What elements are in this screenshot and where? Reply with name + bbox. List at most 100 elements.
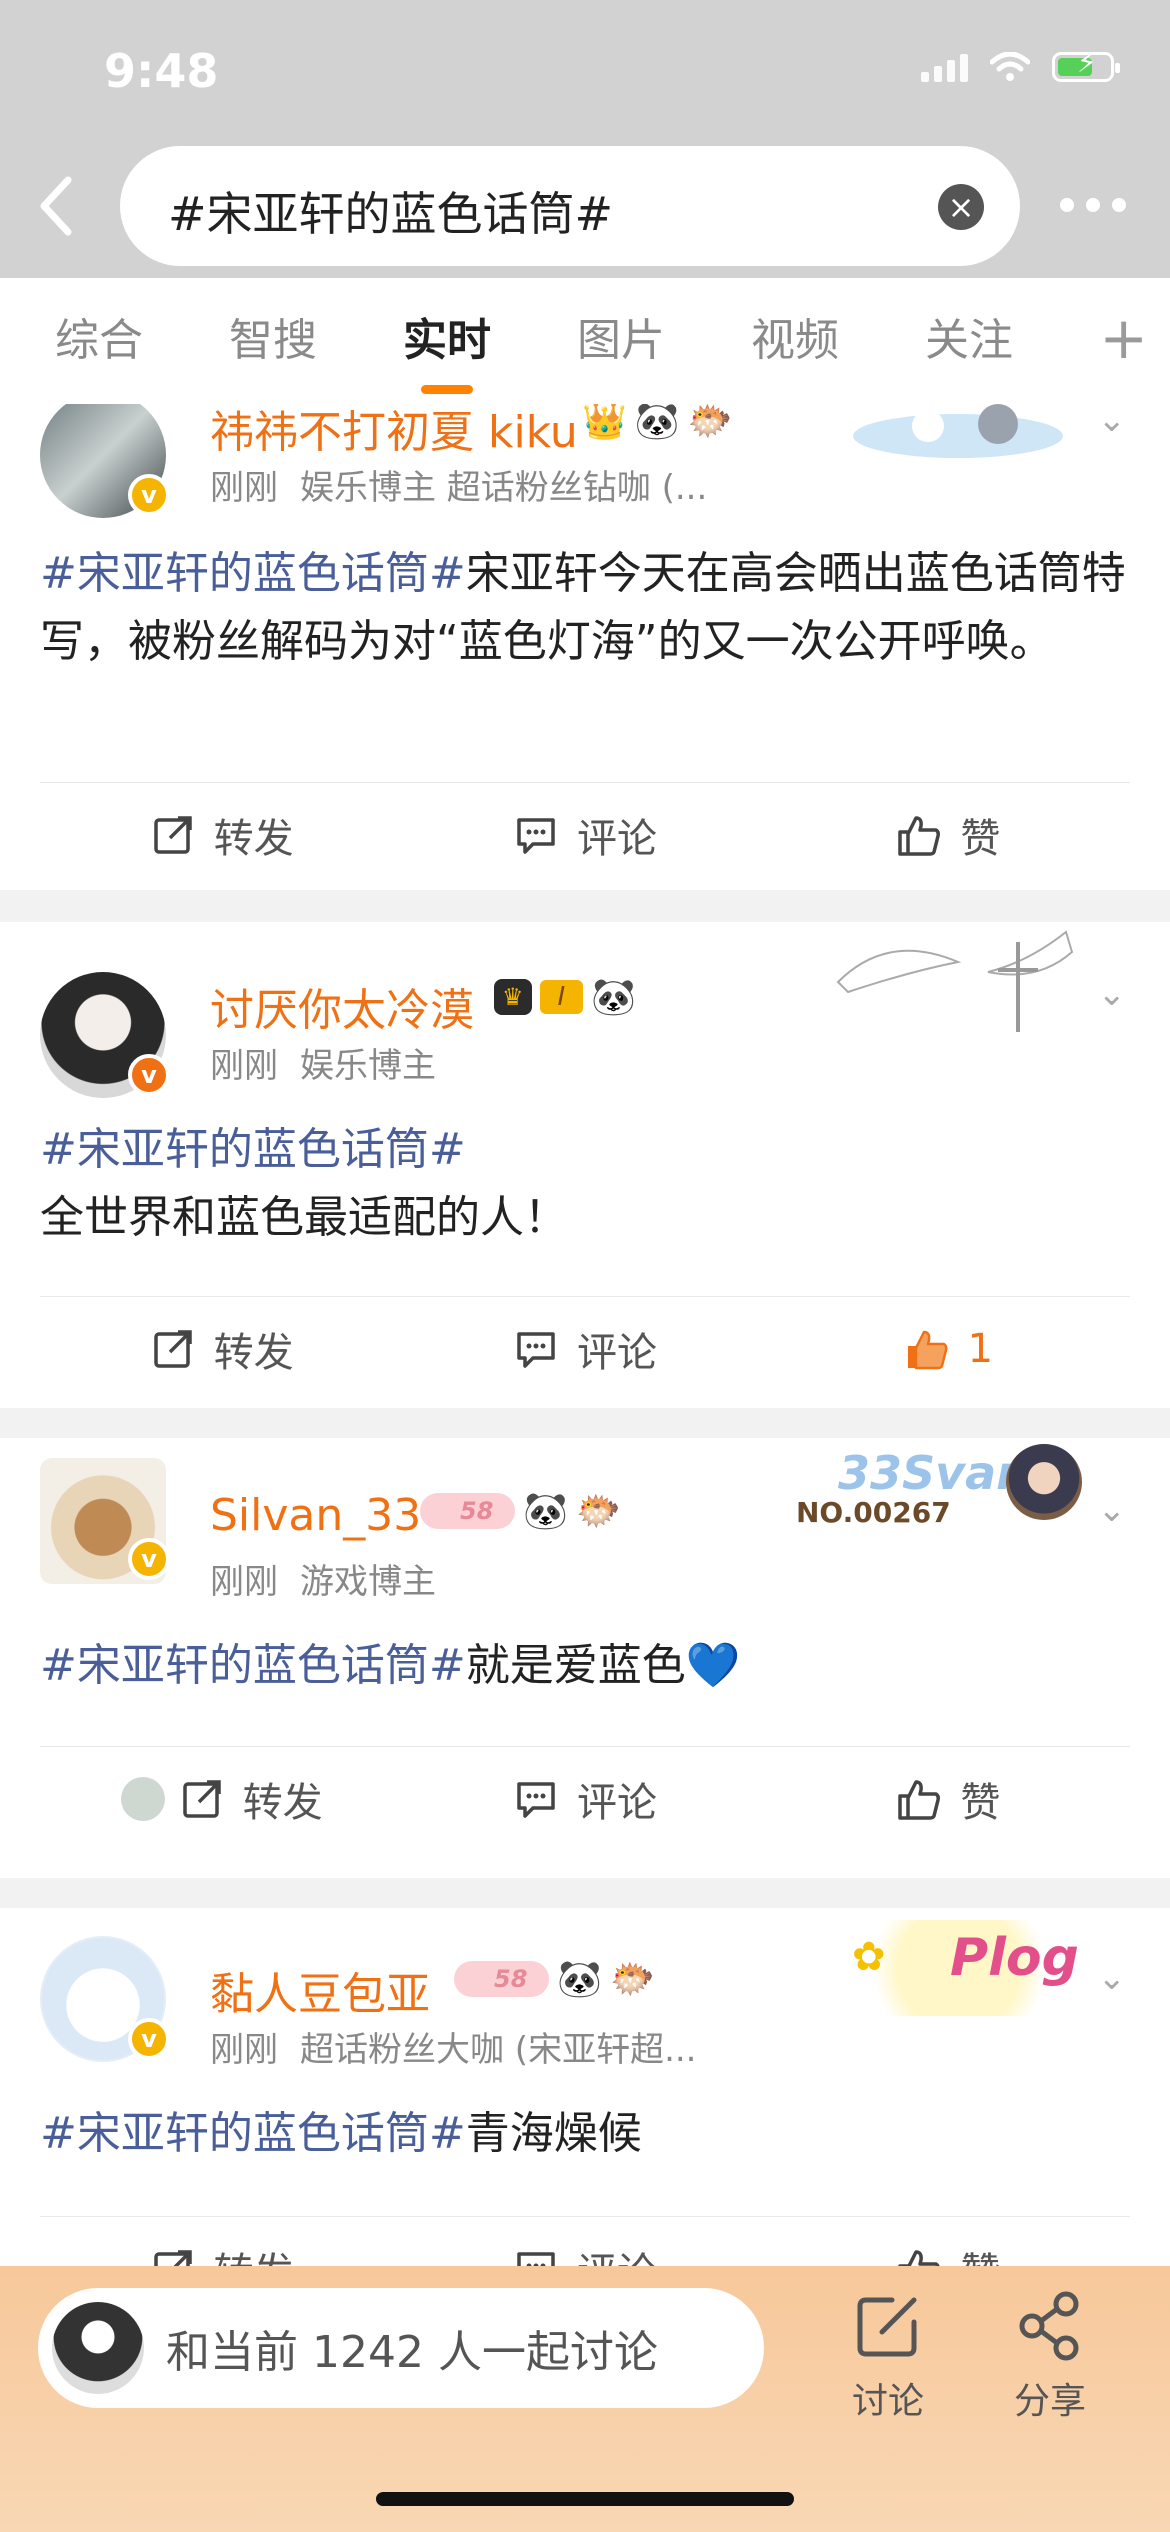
repost-button[interactable]: 转发 [40,783,403,886]
comment-label: 评论 [577,2240,657,2267]
comment-button[interactable]: 评论 [403,783,766,886]
comment-icon [517,2251,555,2266]
comment-icon [517,1781,555,1818]
repost-icon [153,2249,192,2266]
home-indicator [376,2492,794,2506]
more-button[interactable] [1060,198,1126,212]
share-label: 分享 [1013,2381,1086,2422]
username[interactable]: Silvan_33 [210,1490,421,1541]
panda-icon: 🐼 [591,977,637,1018]
panda-icon: 🐼 [557,1959,603,2000]
crown-badge-icon: ♛ [494,979,532,1015]
repost-label: 转发 [242,1779,323,1826]
post-content[interactable]: #宋亚轩的蓝色话筒# 全世界和蓝色最适配的人！ [40,1116,1130,1252]
edit-icon [857,2297,917,2357]
chevron-down-icon[interactable]: ⌄ [1098,974,1127,1014]
clear-icon[interactable]: × [938,184,984,230]
share-icon [1019,2291,1079,2361]
post-meta: 刚刚 娱乐博主 超话粉丝钻咖 (... [210,460,707,509]
post-card: v Silvan_33 58 🐼 🐡 33Svan NO.00267 ⌄ 刚刚游… [0,1438,1170,1878]
tab-videos[interactable]: 视频 [708,278,882,404]
hashtag-link[interactable]: #宋亚轩的蓝色话筒# [40,548,466,599]
back-button[interactable] [30,176,82,236]
post-card: v 讨厌你太冷漠 ♛ I 🐼 ⌄ 刚刚 娱乐博主 #宋亚轩的蓝色话筒# 全世界和蓝… [0,922,1170,1408]
hashtag-link[interactable]: #宋亚轩的蓝色话筒# [40,2108,466,2159]
verified-badge-icon: v [128,474,170,516]
repost-button[interactable]: 转发 [40,2217,403,2266]
post-actions: 转发 评论 赞 [40,782,1130,886]
discuss-button[interactable]: 讨论 [828,2290,948,2424]
tab-smart-search[interactable]: 智搜 [186,278,360,404]
fan-level-badge: 58 [420,1493,516,1529]
user-tags: 超话粉丝大咖 (宋亚轩超... [300,2030,697,2070]
share-button[interactable]: 分享 [990,2290,1110,2424]
tab-bar: 综合 智搜 实时 图片 视频 关注 [0,278,1170,404]
user-badges: ♛ I 🐼 [494,976,636,1018]
repost-button[interactable]: 转发 [40,1297,403,1400]
post-time: 刚刚 [210,2030,278,2070]
verified-badge-icon: v [128,2018,170,2060]
tab-following[interactable]: 关注 [882,278,1056,404]
post-time: 刚刚 [210,1046,278,1086]
crown-badge-icon: 👑 [582,404,627,442]
like-count: 1 [967,1325,994,1372]
username[interactable]: 祎祎不打初夏 kiku [210,404,578,460]
comment-label: 评论 [576,815,657,862]
post-text: 就是爱蓝色💙 [465,1640,741,1691]
decoration-number: NO.00267 [796,1496,951,1529]
discuss-input[interactable]: 和当前 1242 人一起讨论 [38,2288,764,2408]
post-content[interactable]: #宋亚轩的蓝色话筒#就是爱蓝色💙 [40,1632,1130,1700]
like-button[interactable]: 赞 [767,783,1130,886]
tab-comprehensive[interactable]: 综合 [12,278,186,404]
post-content[interactable]: #宋亚轩的蓝色话筒#宋亚轩今天在高会晒出蓝色话筒特写，被粉丝解码为对“蓝色灯海”… [40,540,1130,676]
post-meta: 刚刚 超话粉丝大咖 (宋亚轩超... [210,2022,697,2071]
fish-icon: 🐡 [576,1491,622,1532]
decoration-name: Plog [950,1928,1079,1988]
post-content[interactable]: #宋亚轩的蓝色话筒#青海燥候 [40,2100,1130,2168]
panda-icon: 🐼 [523,1491,569,1532]
feed: v 祎祎不打初夏 kiku 👑 🐼 🐡 ⌄ 刚刚 娱乐博主 超话粉丝钻咖 (...… [0,404,1170,2266]
wifi-icon [990,52,1030,81]
wings-decoration-icon [836,930,1074,1032]
hashtag-link[interactable]: #宋亚轩的蓝色话筒# [40,1640,466,1691]
like-button[interactable]: 赞 [767,2217,1130,2266]
thumbs-up-icon [898,1779,941,1820]
mini-avatar [120,1776,165,1821]
repost-label: 转发 [213,815,294,862]
fish-icon: 🐡 [687,404,733,442]
panda-icon: 🐼 [634,404,680,442]
username[interactable]: 黏人豆包亚 [210,1958,430,2022]
comment-button[interactable]: 评论 [403,1747,766,1850]
comment-icon [517,1331,555,1368]
post-actions: 转发 评论 赞 [40,1746,1130,1850]
post-text: 青海燥候 [465,2108,642,2159]
comment-button[interactable]: 评论 [403,2217,766,2266]
like-button[interactable]: 赞 [767,1747,1130,1850]
chevron-down-icon[interactable]: ⌄ [1098,1490,1127,1530]
chevron-down-icon[interactable]: ⌄ [1098,404,1127,440]
tab-realtime[interactable]: 实时 [360,278,534,404]
repost-button[interactable]: 转发 [40,1747,403,1850]
chevron-down-icon[interactable]: ⌄ [1098,1958,1127,1998]
thumbs-up-icon [898,815,941,856]
search-input[interactable]: #宋亚轩的蓝色话筒# × [120,146,1020,266]
tab-images[interactable]: 图片 [534,278,708,404]
repost-label: 转发 [214,2240,294,2267]
card-decoration [853,404,1063,458]
hashtag-link[interactable]: #宋亚轩的蓝色话筒# [40,1116,1130,1184]
signal-icon [921,52,968,82]
comment-button[interactable]: 评论 [403,1297,766,1400]
verified-badge-icon: v [128,1538,170,1580]
post-card: v 祎祎不打初夏 kiku 👑 🐼 🐡 ⌄ 刚刚 娱乐博主 超话粉丝钻咖 (...… [0,404,1170,890]
username[interactable]: 讨厌你太冷漠 [210,974,474,1038]
user-tags: 游戏博主 [300,1562,436,1602]
status-time: 9:48 [104,44,219,98]
battery-icon: ⚡ [1052,49,1120,82]
post-time: 刚刚 [210,1562,278,1602]
chevron-left-icon [40,176,72,236]
repost-icon [153,1329,192,1368]
add-tab-button[interactable]: + [1099,278,1148,404]
post-meta: 刚刚 游戏博主 [210,1554,436,1603]
like-button[interactable]: 1 [767,1297,1130,1400]
thumbs-up-filled-icon [907,1330,948,1369]
